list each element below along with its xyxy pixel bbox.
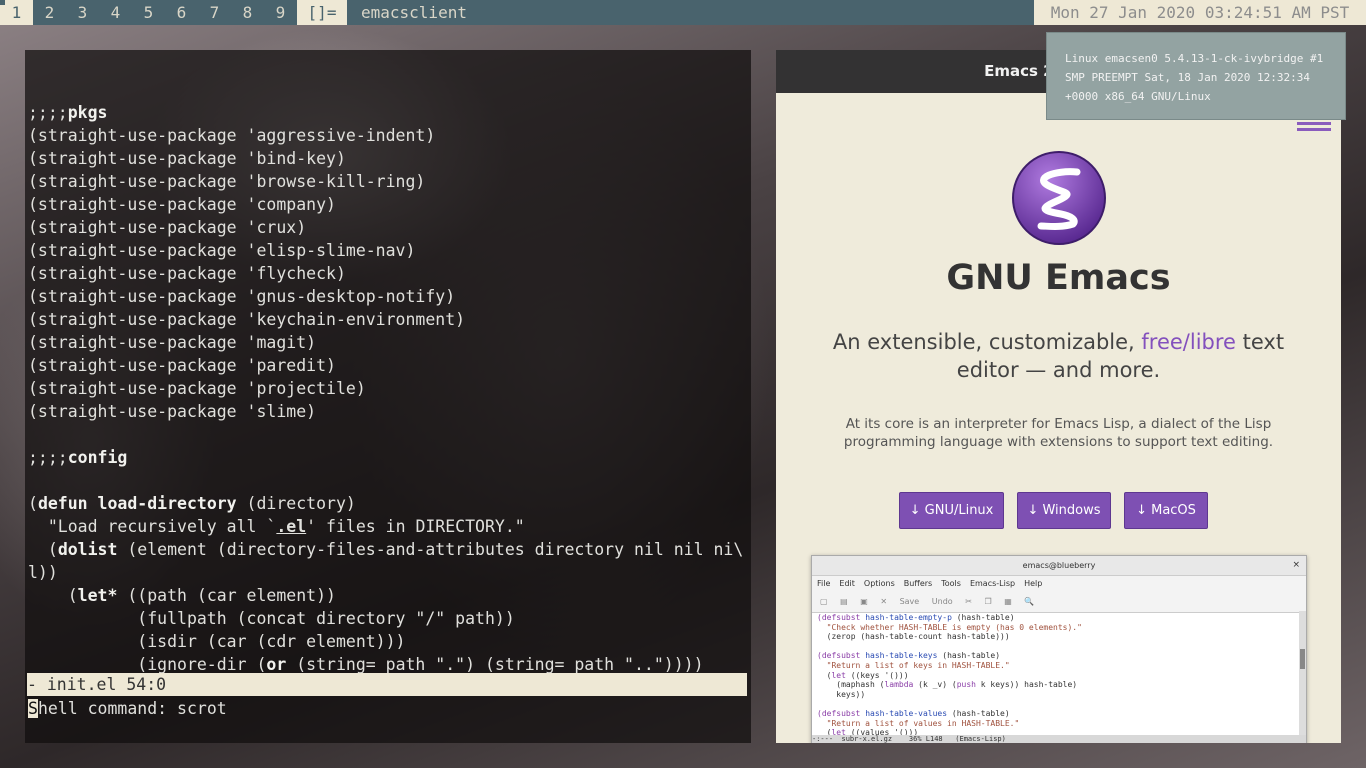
clock: Mon 27 Jan 2020 03:24:51 AM PST xyxy=(1034,0,1366,25)
core-description: At its core is an interpreter for Emacs … xyxy=(843,416,1274,450)
cut-icon: ✂ xyxy=(965,597,972,606)
code-line: (isdir (car (cdr element))) xyxy=(28,632,406,651)
screenshot-menubar: File Edit Options Buffers Tools Emacs-Lisp Hel… xyxy=(812,576,1306,591)
screenshot-menu-item: Options xyxy=(863,579,895,588)
code-line: (straight-use-package 'elisp-slime-nav) xyxy=(28,241,416,260)
new-file-icon: ▢ xyxy=(820,597,828,606)
workspace-label: 1 xyxy=(11,3,22,22)
code-line: l)) xyxy=(28,563,58,582)
screenshot-menu-item: File xyxy=(817,579,831,588)
tagline-text: An extensible, customizable, xyxy=(832,330,1142,354)
minibuffer-text: hell command: scrot xyxy=(37,699,227,718)
text-cursor: S xyxy=(28,699,38,718)
workspace-7[interactable]: 7 xyxy=(198,0,231,25)
download-macos-button[interactable]: ↓ MacOS xyxy=(1124,492,1208,529)
screenshot-titlebar: emacs@blueberry × xyxy=(812,556,1306,576)
code-line: "Load recursively all `.el' files in DIR… xyxy=(28,517,525,536)
screenshot-title: emacs@blueberry xyxy=(1022,561,1096,570)
window-title: emacsclient xyxy=(361,3,467,22)
download-windows-button[interactable]: ↓ Windows xyxy=(1017,492,1111,529)
screenshot-menu-item: Edit xyxy=(839,579,855,588)
code-line: (straight-use-package 'paredit) xyxy=(28,356,336,375)
page-title: GNU Emacs xyxy=(946,258,1171,298)
code-line: (let* ((path (car element)) xyxy=(28,586,336,605)
code-line: ;;;;pkgs xyxy=(28,103,108,122)
workspace-6[interactable]: 6 xyxy=(165,0,198,25)
code-line: (fullpath (concat directory "/" path)) xyxy=(28,609,515,628)
screenshot-scrollbar xyxy=(1299,611,1306,736)
top-status-bar: 1 2 3 4 5 6 7 8 9 []= emacsclient Mon 27… xyxy=(0,0,1366,25)
workspace-3[interactable]: 3 xyxy=(66,0,99,25)
emacs-minibuffer[interactable]: Shell command: scrot xyxy=(28,697,227,720)
screenshot-menu-item: Help xyxy=(1024,579,1043,588)
tagline: An extensible, customizable, free/libre … xyxy=(806,328,1311,384)
code-line: (straight-use-package 'flycheck) xyxy=(28,264,346,283)
code-line: ;;;;config xyxy=(28,448,128,467)
hamburger-menu-icon[interactable] xyxy=(1297,122,1331,132)
screenshot-modeline: -:--- subr-x.el.gz 36% L148 (Emacs-Lisp) xyxy=(812,735,1306,743)
code-line: (straight-use-package 'company) xyxy=(28,195,336,214)
code-line: (straight-use-package 'slime) xyxy=(28,402,317,421)
code-line: (straight-use-package 'aggressive-indent… xyxy=(28,126,436,145)
download-gnu-linux-button[interactable]: ↓ GNU/Linux xyxy=(899,492,1004,529)
emacs-screenshot-image: emacs@blueberry × File Edit Options Buffers T… xyxy=(811,555,1307,743)
close-x-icon: ✕ xyxy=(880,597,888,606)
code-line: (straight-use-package 'gnus-desktop-noti… xyxy=(28,287,456,306)
screenshot-menu-item: Buffers xyxy=(903,579,933,588)
emacs-buffer[interactable]: ;;;;pkgs (straight-use-package 'aggressiv… xyxy=(28,78,748,699)
code-line: (straight-use-package 'projectile) xyxy=(28,379,366,398)
workspace-9[interactable]: 9 xyxy=(264,0,297,25)
open-folder-icon: ▤ xyxy=(840,597,848,606)
emacs-modeline: - init.el 54:0 xyxy=(27,673,747,696)
system-info-notification: Linux emacsen0 5.4.13-1-ck-ivybridge #1 … xyxy=(1046,32,1346,120)
workspace-5[interactable]: 5 xyxy=(132,0,165,25)
code-line: (dolist (element (directory-files-and-at… xyxy=(28,540,744,559)
code-line: (straight-use-package 'crux) xyxy=(28,218,307,237)
screenshot-menu-item: Tools xyxy=(941,579,961,588)
code-line: (straight-use-package 'browse-kill-ring) xyxy=(28,172,426,191)
workspace-occupied-marker xyxy=(0,0,5,5)
save-disk-icon: ▣ xyxy=(860,597,868,606)
workspace-4[interactable]: 4 xyxy=(99,0,132,25)
paste-icon: ▦ xyxy=(1004,597,1012,606)
close-icon: × xyxy=(1292,560,1300,570)
workspace-8[interactable]: 8 xyxy=(231,0,264,25)
emacs-window[interactable]: ;;;;pkgs (straight-use-package 'aggressiv… xyxy=(25,50,751,743)
copy-icon: ❐ xyxy=(984,597,992,606)
free-libre-link[interactable]: free/libre xyxy=(1141,330,1236,354)
emacs-logo-icon xyxy=(1012,151,1106,245)
workspace-2[interactable]: 2 xyxy=(33,0,66,25)
save-label: Save xyxy=(899,597,920,606)
notification-text: Linux emacsen0 5.4.13-1-ck-ivybridge #1 … xyxy=(1065,52,1324,103)
undo-label: Undo xyxy=(931,597,953,606)
screenshot-menu-item: Emacs-Lisp xyxy=(969,579,1016,588)
code-line: (defun load-directory (directory) xyxy=(28,494,356,513)
code-line: (straight-use-package 'keychain-environm… xyxy=(28,310,466,329)
layout-indicator[interactable]: []= xyxy=(297,0,347,25)
code-line: (straight-use-package 'magit) xyxy=(28,333,317,352)
screenshot-toolbar: ▢ ▤ ▣ ✕ Save Undo ✂ ❐ ▦ 🔍 xyxy=(812,591,1306,613)
screenshot-code: (defsubst hash-table-empty-p (hash-table… xyxy=(817,613,1082,738)
code-line: (straight-use-package 'bind-key) xyxy=(28,149,346,168)
search-icon: 🔍 xyxy=(1024,597,1035,606)
browser-window[interactable]: Emacs 26.3 is out GNU Emacs An extensibl… xyxy=(776,50,1341,743)
